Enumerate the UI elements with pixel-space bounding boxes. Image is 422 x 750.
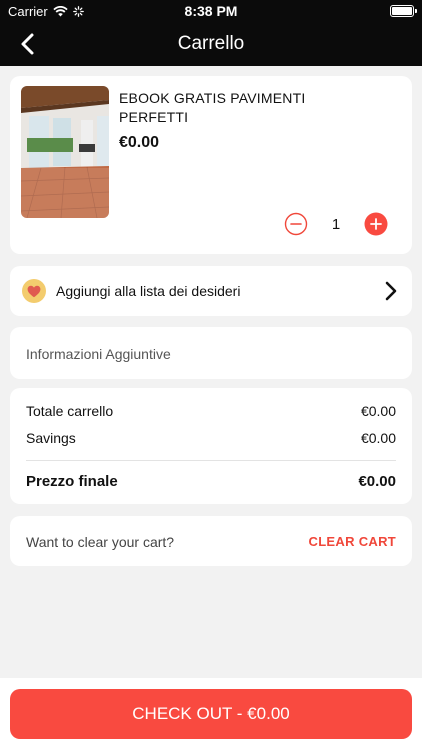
cart-total-row: Totale carrello €0.00 [26,403,396,419]
savings-label: Savings [26,430,76,446]
cart-summary-card: Totale carrello €0.00 Savings €0.00 Prez… [10,388,412,504]
checkout-button[interactable]: CHECK OUT - €0.00 [10,689,412,739]
page-title: Carrello [177,33,245,54]
wishlist-label: Aggiungi alla lista dei desideri [56,283,241,299]
additional-info-label: Informazioni Aggiuntive [26,346,171,362]
final-price-value: €0.00 [358,473,396,490]
product-image[interactable] [21,86,109,218]
top-bar: Carrier 8:38 PM Carrello [0,0,422,66]
decrease-quantity-button[interactable] [284,212,308,236]
quantity-value: 1 [331,215,341,233]
additional-info-row[interactable]: Informazioni Aggiuntive [10,327,412,379]
status-bar: Carrier 8:38 PM [0,0,422,22]
cart-item-card: EBOOK GRATIS PAVIMENTI PERFETTI €0.00 1 [10,76,412,254]
product-price: €0.00 [119,134,160,151]
increase-quantity-button[interactable] [364,212,388,236]
savings-value: €0.00 [360,430,396,446]
final-price-row: Prezzo finale €0.00 [26,473,396,490]
checkout-bar: CHECK OUT - €0.00 [0,678,422,750]
clear-cart-question: Want to clear your cart? [26,534,175,550]
cart-total-label: Totale carrello [26,403,114,419]
battery-icon [390,5,417,17]
summary-divider [26,460,396,461]
heart-icon [22,279,46,303]
navigation-bar: Carrello [0,22,422,66]
add-to-wishlist-row[interactable]: Aggiungi alla lista dei desideri [10,266,412,316]
final-price-label: Prezzo finale [26,473,118,490]
status-time: 8:38 PM [184,3,238,19]
product-thumbnail [21,86,109,218]
product-title[interactable]: EBOOK GRATIS PAVIMENTI PERFETTI [119,89,359,127]
chevron-right-icon [385,281,397,301]
clear-cart-button[interactable]: CLEAR CART [309,534,397,549]
clear-cart-card: Want to clear your cart? CLEAR CART [10,516,412,566]
cart-total-value: €0.00 [360,403,396,419]
savings-row: Savings €0.00 [26,430,396,446]
quantity-stepper: 1 [284,212,388,236]
